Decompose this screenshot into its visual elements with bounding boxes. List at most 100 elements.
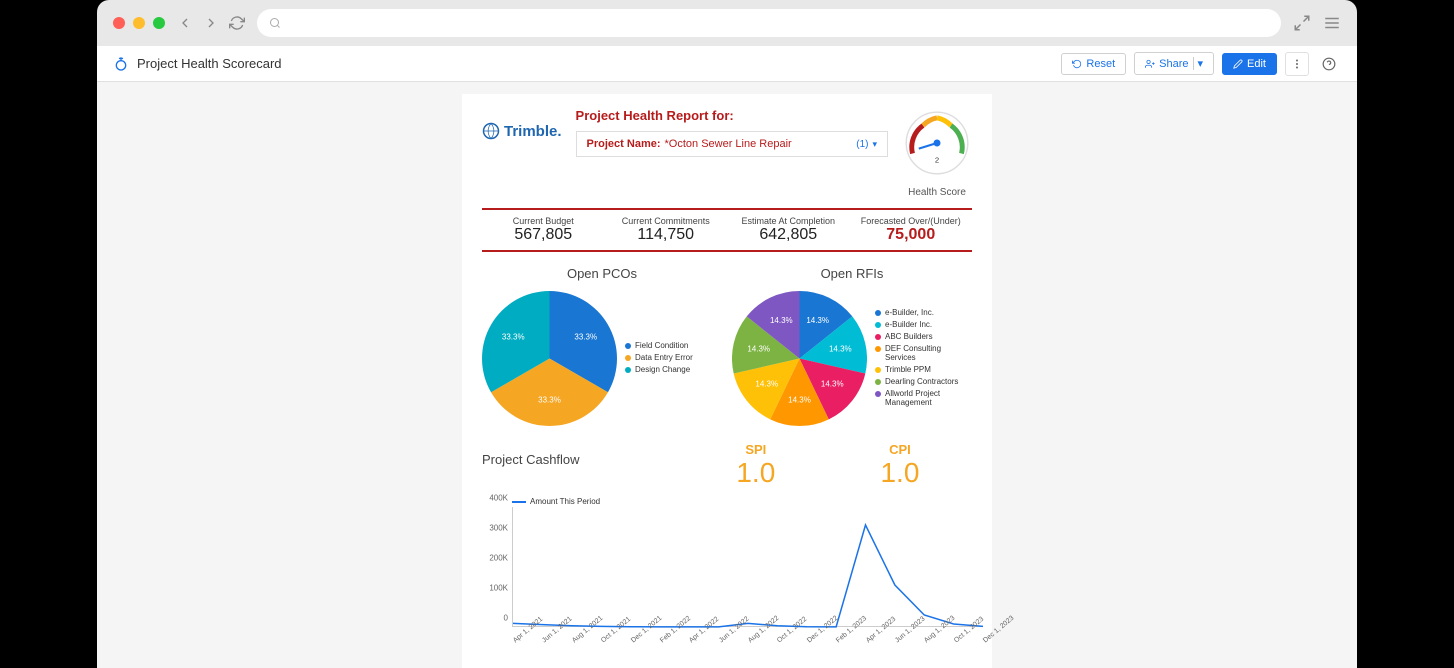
edit-label: Edit bbox=[1247, 58, 1266, 70]
stat-item: Estimate At Completion642,805 bbox=[727, 216, 850, 244]
share-button[interactable]: Share ▾ bbox=[1134, 52, 1214, 75]
open-rfis-chart: Open RFIs 14.3%14.3%14.3%14.3%14.3%14.3%… bbox=[732, 266, 972, 426]
report-canvas: Trimble. Project Health Report for: Proj… bbox=[97, 82, 1357, 668]
close-window-icon[interactable] bbox=[113, 17, 125, 29]
gauge-icon: 2 bbox=[902, 108, 972, 178]
spi-label: SPI bbox=[684, 442, 828, 457]
svg-text:33.3%: 33.3% bbox=[538, 395, 561, 404]
pie-rfis: 14.3% 14.3% 14.3% 14.3% 14.3% 14.3% 14.3% bbox=[732, 291, 867, 426]
project-label: Project Name: bbox=[587, 138, 661, 150]
report-header: Trimble. Project Health Report for: Proj… bbox=[482, 108, 972, 198]
stat-value: 75,000 bbox=[850, 226, 973, 244]
health-score-label: Health Score bbox=[902, 187, 972, 198]
maximize-window-icon[interactable] bbox=[153, 17, 165, 29]
reset-label: Reset bbox=[1086, 58, 1115, 70]
cpi-kpi: CPI 1.0 bbox=[828, 442, 972, 489]
line-legend: Amount This Period bbox=[512, 497, 600, 506]
undo-icon bbox=[1072, 59, 1082, 69]
search-icon bbox=[269, 17, 281, 29]
legend-item: Allworld Project Management bbox=[875, 389, 965, 407]
minimize-window-icon[interactable] bbox=[133, 17, 145, 29]
svg-text:14.3%: 14.3% bbox=[806, 316, 829, 325]
svg-text:14.3%: 14.3% bbox=[770, 316, 793, 325]
browser-nav bbox=[177, 15, 245, 31]
y-axis: 0100K200K300K400K bbox=[482, 507, 510, 627]
report-page: Trimble. Project Health Report for: Proj… bbox=[462, 94, 992, 668]
project-value: *Octon Sewer Line Repair bbox=[665, 138, 853, 150]
edit-button[interactable]: Edit bbox=[1222, 53, 1277, 75]
project-count: (1) bbox=[856, 139, 868, 150]
stat-item: Current Commitments114,750 bbox=[605, 216, 728, 244]
svg-text:33.3%: 33.3% bbox=[502, 333, 525, 342]
stat-value: 642,805 bbox=[727, 226, 850, 244]
stat-label: Current Commitments bbox=[605, 216, 728, 226]
legend-item: e-Builder Inc. bbox=[875, 320, 965, 329]
header-buttons: Reset Share ▾ Edit bbox=[1061, 52, 1341, 76]
legend-item: Field Condition bbox=[625, 341, 693, 350]
legend-item: Data Entry Error bbox=[625, 353, 693, 362]
app-header: Project Health Scorecard Reset Share ▾ E… bbox=[97, 46, 1357, 82]
browser-frame: Project Health Scorecard Reset Share ▾ E… bbox=[97, 0, 1357, 668]
svg-text:33.3%: 33.3% bbox=[574, 333, 597, 342]
brand-logo: Trimble. bbox=[482, 122, 562, 140]
globe-icon bbox=[482, 122, 500, 140]
brand-text: Trimble. bbox=[504, 123, 562, 140]
more-vertical-icon bbox=[1291, 58, 1303, 70]
plot-area bbox=[512, 507, 982, 627]
stat-label: Estimate At Completion bbox=[727, 216, 850, 226]
cashflow-line-chart: Amount This Period 0100K200K300K400K Apr… bbox=[482, 497, 982, 647]
stat-item: Forecasted Over/(Under)75,000 bbox=[850, 216, 973, 244]
back-icon[interactable] bbox=[177, 15, 193, 31]
app-shell: Project Health Scorecard Reset Share ▾ E… bbox=[97, 46, 1357, 668]
stat-value: 567,805 bbox=[482, 226, 605, 244]
svg-text:14.3%: 14.3% bbox=[829, 344, 852, 353]
report-title: Project Health Report for: bbox=[576, 108, 888, 123]
stat-item: Current Budget567,805 bbox=[482, 216, 605, 244]
svg-text:14.3%: 14.3% bbox=[788, 395, 811, 404]
legend-item: e-Builder, Inc. bbox=[875, 308, 965, 317]
legend-item: Trimble PPM bbox=[875, 365, 965, 374]
open-rfis-title: Open RFIs bbox=[732, 266, 972, 281]
gauge-value: 2 bbox=[935, 156, 939, 165]
pie-charts-row: Open PCOs 33.3% 33.3% 33.3% Field Conditio… bbox=[482, 266, 972, 426]
x-axis: Apr 1, 2021Jun 1, 2021Aug 1, 2021Oct 1, … bbox=[512, 639, 982, 659]
legend-item: DEF Consulting Services bbox=[875, 344, 965, 362]
menu-icon[interactable] bbox=[1323, 14, 1341, 32]
legend-item: Dearling Contractors bbox=[875, 377, 965, 386]
url-bar[interactable] bbox=[257, 9, 1281, 37]
open-pcos-chart: Open PCOs 33.3% 33.3% 33.3% Field Conditio… bbox=[482, 266, 722, 426]
legend-pcos: Field Condition Data Entry Error Design Ch… bbox=[625, 341, 693, 377]
help-button[interactable] bbox=[1317, 52, 1341, 76]
svg-text:14.3%: 14.3% bbox=[821, 380, 844, 389]
pie-pcos: 33.3% 33.3% 33.3% bbox=[482, 291, 617, 426]
svg-text:14.3%: 14.3% bbox=[755, 380, 778, 389]
browser-chrome bbox=[97, 0, 1357, 46]
stat-label: Forecasted Over/(Under) bbox=[850, 216, 973, 226]
legend-item: ABC Builders bbox=[875, 332, 965, 341]
spi-kpi: SPI 1.0 bbox=[684, 442, 828, 489]
legend-rfis: e-Builder, Inc. e-Builder Inc. ABC Builder… bbox=[875, 308, 965, 410]
browser-right-icons bbox=[1293, 14, 1341, 32]
open-pcos-title: Open PCOs bbox=[482, 266, 722, 281]
more-menu-button[interactable] bbox=[1285, 52, 1309, 76]
spi-value: 1.0 bbox=[684, 457, 828, 489]
expand-icon[interactable] bbox=[1293, 14, 1311, 32]
pencil-icon bbox=[1233, 59, 1243, 69]
forward-icon[interactable] bbox=[203, 15, 219, 31]
reload-icon[interactable] bbox=[229, 15, 245, 31]
cpi-value: 1.0 bbox=[828, 457, 972, 489]
stats-bar: Current Budget567,805Current Commitments… bbox=[482, 208, 972, 252]
svg-text:14.3%: 14.3% bbox=[747, 344, 770, 353]
share-label: Share bbox=[1159, 58, 1188, 70]
traffic-lights bbox=[113, 17, 165, 29]
line-legend-label: Amount This Period bbox=[530, 497, 600, 506]
reset-button[interactable]: Reset bbox=[1061, 53, 1126, 75]
report-title-box: Project Health Report for: Project Name:… bbox=[576, 108, 888, 157]
stat-value: 114,750 bbox=[605, 226, 728, 244]
app-logo-icon bbox=[113, 56, 129, 72]
health-score-gauge: 2 Health Score bbox=[902, 108, 972, 198]
cashflow-title: Project Cashflow bbox=[482, 452, 684, 467]
chevron-down-icon: ▾ bbox=[1193, 57, 1204, 70]
legend-item: Design Change bbox=[625, 365, 693, 374]
project-selector[interactable]: Project Name: *Octon Sewer Line Repair (… bbox=[576, 131, 888, 157]
